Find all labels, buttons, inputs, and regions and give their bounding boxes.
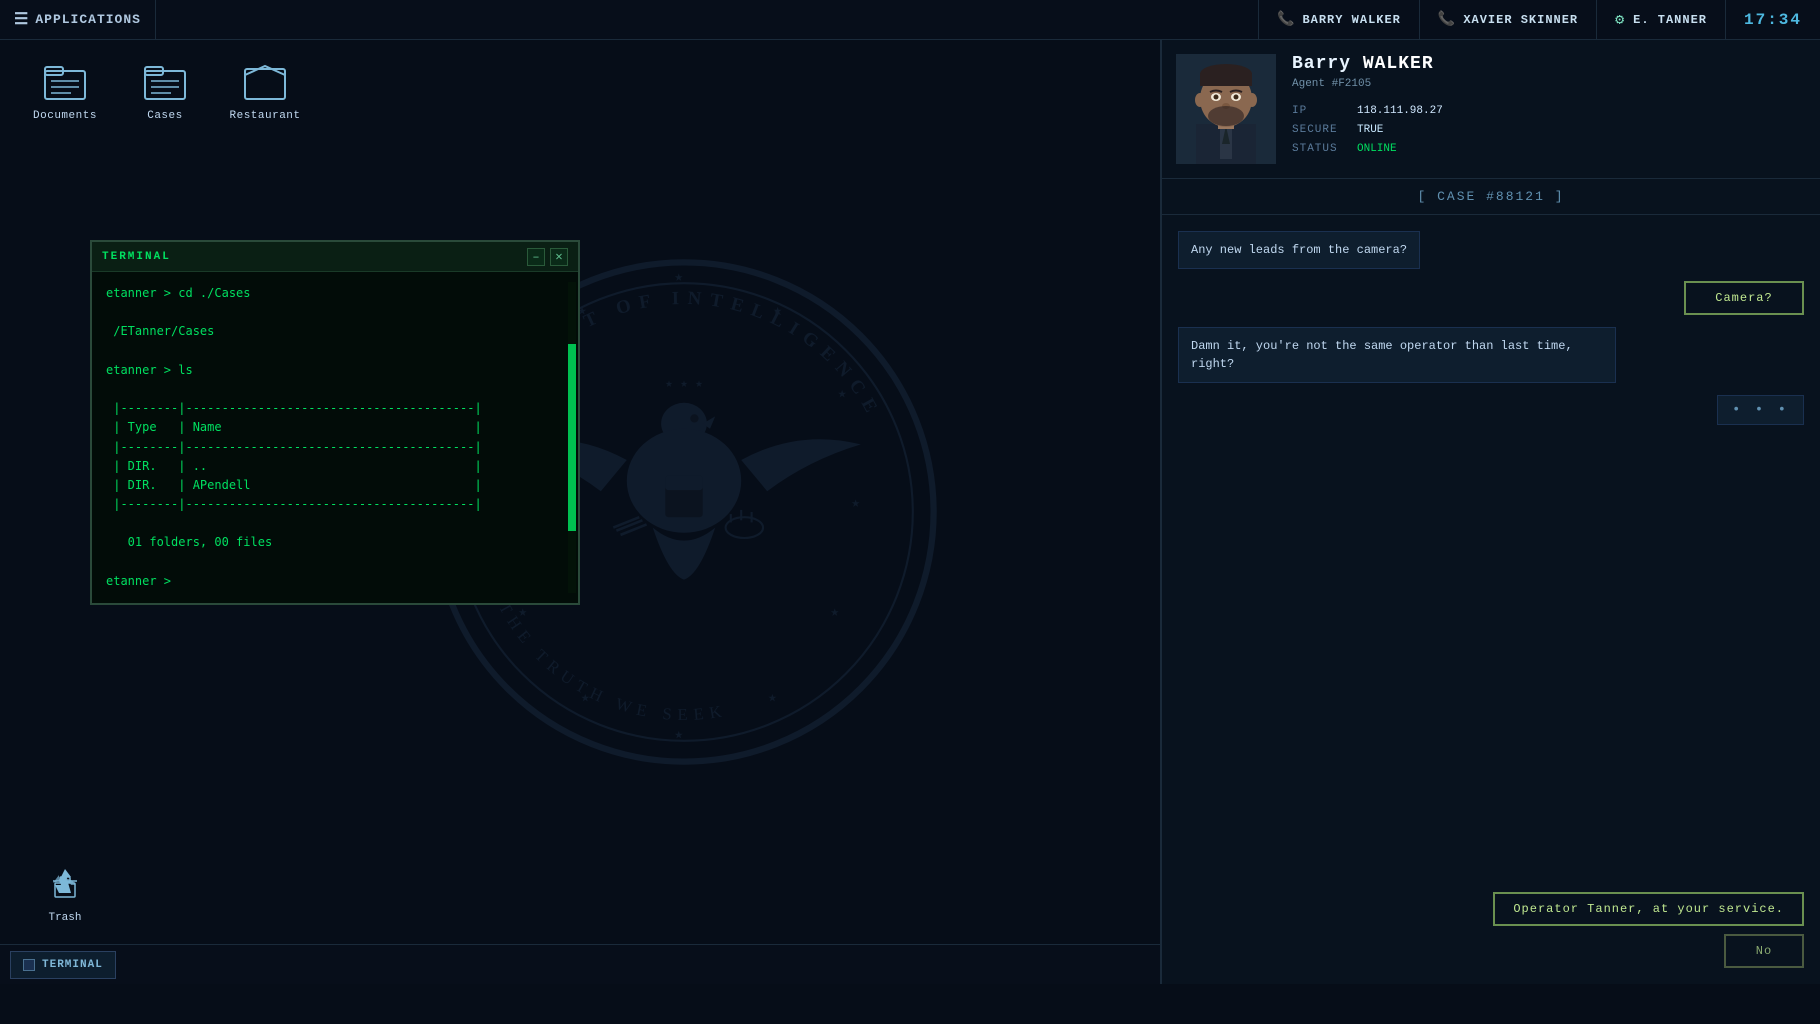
case-badge: [ CASE #88121 ] bbox=[1162, 179, 1820, 215]
svg-text:★: ★ bbox=[674, 270, 683, 286]
chat-options: Operator Tanner, at your service. No bbox=[1162, 882, 1820, 984]
camera-response-area: Camera? bbox=[1178, 281, 1804, 315]
phone-icon-2: 📞 bbox=[1438, 11, 1456, 28]
hamburger-icon: ☰ bbox=[14, 12, 29, 28]
svg-text:★: ★ bbox=[830, 605, 839, 621]
restaurant-folder-icon bbox=[240, 58, 290, 103]
chat-dots: • • • bbox=[1717, 395, 1804, 425]
terminal-scrollbar[interactable] bbox=[568, 282, 576, 593]
chat-msg2-text: Damn it, you're not the same operator th… bbox=[1191, 339, 1573, 371]
trash-label: Trash bbox=[48, 912, 81, 924]
trash-icon[interactable]: Trash bbox=[30, 860, 100, 924]
trash-bin-icon bbox=[40, 860, 90, 905]
clock: 17:34 bbox=[1725, 0, 1820, 39]
status-key: STATUS bbox=[1292, 143, 1347, 155]
agent-info: Barry WALKER Agent #F2105 IP 118.111.98.… bbox=[1292, 54, 1806, 164]
agent-id: Agent #F2105 bbox=[1292, 78, 1806, 90]
phone-icon-1: 📞 bbox=[1277, 11, 1295, 28]
agent-last-name: WALKER bbox=[1363, 54, 1434, 74]
contact-xavier-skinner[interactable]: 📞 XAVIER SKINNER bbox=[1419, 0, 1596, 39]
documents-icon[interactable]: Documents bbox=[30, 58, 100, 122]
contact1-label: BARRY WALKER bbox=[1302, 13, 1400, 27]
desktop: ★ ★ ★ ★ ★ ★ ★ ★ ★ ★ ★ ★ DEPARTMENT OF IN… bbox=[0, 40, 1160, 984]
tanner-icon: ⚙ bbox=[1615, 10, 1625, 29]
agent-name: Barry WALKER bbox=[1292, 54, 1806, 74]
cases-folder-icon bbox=[140, 58, 190, 103]
ip-value: 118.111.98.27 bbox=[1357, 105, 1443, 117]
terminal-title: TERMINAL bbox=[102, 251, 522, 263]
terminal-window: TERMINAL – ✕ etanner > cd ./Cases /ETann… bbox=[90, 240, 580, 605]
chat-bubble-1: Any new leads from the camera? bbox=[1178, 231, 1420, 269]
terminal-titlebar[interactable]: TERMINAL – ✕ bbox=[92, 242, 578, 272]
tanner-status[interactable]: ⚙ E. TANNER bbox=[1596, 0, 1725, 39]
taskbar-terminal-label: TERMINAL bbox=[42, 959, 103, 971]
secure-value: TRUE bbox=[1357, 124, 1383, 136]
agent-status-row: STATUS ONLINE bbox=[1292, 143, 1806, 155]
terminal-minimize-button[interactable]: – bbox=[527, 248, 545, 266]
right-panel: Barry WALKER Agent #F2105 IP 118.111.98.… bbox=[1160, 40, 1820, 984]
documents-folder-icon bbox=[40, 58, 90, 103]
applications-menu[interactable]: ☰ APPLICATIONS bbox=[0, 0, 156, 39]
terminal-scrollbar-thumb[interactable] bbox=[568, 344, 576, 531]
topbar-contacts: 📞 BARRY WALKER 📞 XAVIER SKINNER ⚙ E. TAN… bbox=[1258, 0, 1820, 39]
tanner-label: E. TANNER bbox=[1633, 13, 1707, 27]
dots-bubble: • • • bbox=[1717, 395, 1804, 425]
terminal-text: etanner > cd ./Cases /ETanner/Cases etan… bbox=[106, 284, 564, 591]
svg-text:★: ★ bbox=[851, 496, 860, 512]
restaurant-icon[interactable]: Restaurant bbox=[230, 58, 300, 122]
camera-button[interactable]: Camera? bbox=[1684, 281, 1804, 315]
secure-key: SECURE bbox=[1292, 124, 1347, 136]
no-button[interactable]: No bbox=[1724, 934, 1804, 968]
chat-area: Any new leads from the camera? Camera? D… bbox=[1162, 215, 1820, 882]
svg-text:★: ★ bbox=[674, 728, 683, 744]
time-display: 17:34 bbox=[1744, 11, 1802, 29]
operator-tanner-button[interactable]: Operator Tanner, at your service. bbox=[1493, 892, 1804, 926]
agent-photo bbox=[1176, 54, 1276, 164]
taskbar: TERMINAL bbox=[0, 944, 1160, 984]
chat-message-1: Any new leads from the camera? bbox=[1178, 231, 1420, 269]
ip-key: IP bbox=[1292, 105, 1347, 117]
agent-card: Barry WALKER Agent #F2105 IP 118.111.98.… bbox=[1162, 40, 1820, 179]
status-value: ONLINE bbox=[1357, 143, 1397, 155]
chat-bubble-2: Damn it, you're not the same operator th… bbox=[1178, 327, 1616, 383]
terminal-close-button[interactable]: ✕ bbox=[550, 248, 568, 266]
agent-ip-row: IP 118.111.98.27 bbox=[1292, 105, 1806, 117]
taskbar-dot bbox=[23, 959, 35, 971]
cases-label: Cases bbox=[147, 110, 183, 122]
svg-text:★: ★ bbox=[768, 690, 777, 706]
svg-text:★ ★ ★: ★ ★ ★ bbox=[665, 377, 703, 391]
restaurant-label: Restaurant bbox=[230, 110, 301, 122]
chat-msg1-text: Any new leads from the camera? bbox=[1191, 243, 1407, 257]
option1-label: Operator Tanner, at your service. bbox=[1513, 902, 1784, 916]
taskbar-terminal[interactable]: TERMINAL bbox=[10, 951, 116, 979]
contact2-label: XAVIER SKINNER bbox=[1463, 13, 1578, 27]
topbar: ☰ APPLICATIONS 📞 BARRY WALKER 📞 XAVIER S… bbox=[0, 0, 1820, 40]
applications-label: APPLICATIONS bbox=[35, 12, 141, 27]
terminal-body[interactable]: etanner > cd ./Cases /ETanner/Cases etan… bbox=[92, 272, 578, 603]
svg-text:★: ★ bbox=[838, 387, 847, 403]
option2-label: No bbox=[1756, 944, 1772, 958]
agent-secure-row: SECURE TRUE bbox=[1292, 124, 1806, 136]
chat-message-2: Damn it, you're not the same operator th… bbox=[1178, 327, 1616, 383]
cases-icon[interactable]: Cases bbox=[130, 58, 200, 122]
camera-btn-label: Camera? bbox=[1715, 291, 1772, 305]
documents-label: Documents bbox=[33, 110, 97, 122]
contact-barry-walker[interactable]: 📞 BARRY WALKER bbox=[1258, 0, 1419, 39]
dots-text: • • • bbox=[1732, 402, 1789, 418]
desktop-icons: Documents Cases Restaurant bbox=[30, 58, 300, 122]
